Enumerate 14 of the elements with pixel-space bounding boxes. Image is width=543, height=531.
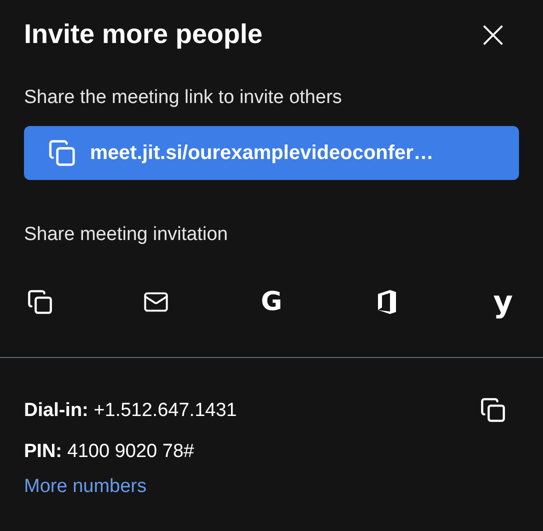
dial-in-number: Dial-in: +1.512.647.1431 bbox=[24, 398, 237, 422]
dialog-title: Invite more people bbox=[24, 18, 263, 50]
meeting-link-button[interactable]: meet.jit.si/ourexamplevideoconfer… bbox=[24, 126, 519, 180]
more-numbers-link[interactable]: More numbers bbox=[24, 476, 146, 498]
google-button[interactable]: G bbox=[256, 286, 288, 318]
office-icon bbox=[376, 289, 398, 315]
copy-icon bbox=[480, 397, 506, 423]
close-button[interactable]: × bbox=[467, 19, 519, 49]
share-invitation-label: Share meeting invitation bbox=[24, 224, 229, 246]
share-link-label: Share the meeting link to invite others bbox=[24, 87, 343, 109]
copy-icon bbox=[27, 289, 53, 315]
pin-text: PIN: 4100 9020 78# bbox=[24, 440, 196, 464]
yahoo-button[interactable]: y bbox=[487, 286, 519, 318]
copy-icon bbox=[48, 139, 76, 167]
